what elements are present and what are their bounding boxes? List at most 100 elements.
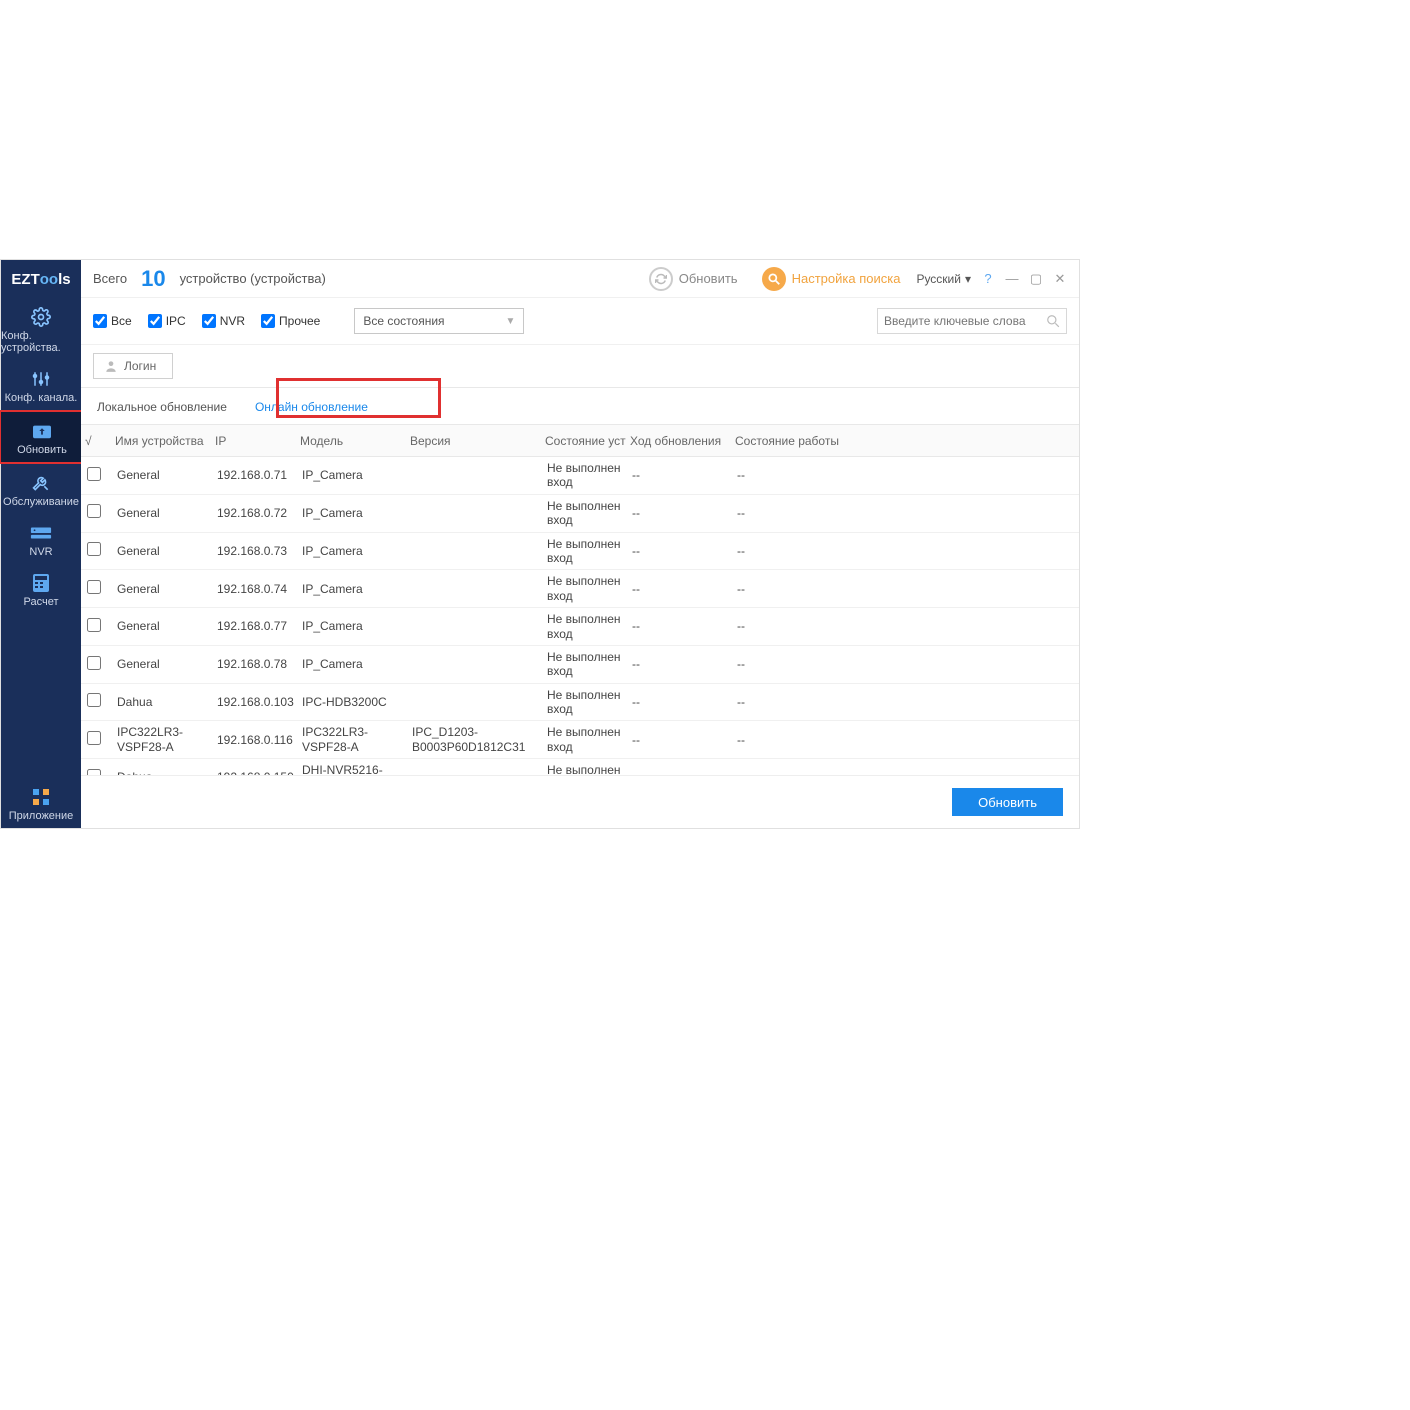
filter-all[interactable]: Все [93,314,132,328]
update-icon [28,420,56,442]
row-checkbox[interactable] [85,727,115,752]
cell-ip: 192.168.0.150 [215,766,300,775]
table-row[interactable]: General 192.168.0.72 IP_Camera Не выполн… [81,495,1079,533]
table-row[interactable]: General 192.168.0.74 IP_Camera Не выполн… [81,570,1079,608]
cell-ip: 192.168.0.74 [215,578,300,600]
table-row[interactable]: General 192.168.0.78 IP_Camera Не выполн… [81,646,1079,684]
col-device-state[interactable]: Состояние уст [545,434,630,448]
cell-work-state: -- [735,766,845,775]
refresh-label: Обновить [679,271,738,286]
refresh-button[interactable]: Обновить [641,263,746,295]
tab-online-update[interactable]: Онлайн обновление [251,394,372,424]
cell-progress: -- [630,578,735,600]
status-dropdown[interactable]: Все состояния ▼ [354,308,524,334]
sidebar-item-label: Конф. канала. [5,392,78,404]
sidebar-item-maintenance[interactable]: Обслуживание [1,464,81,514]
col-update-progress[interactable]: Ход обновления [630,434,735,448]
table-row[interactable]: Dahua 192.168.0.150 DHI-NVR5216-4KS2 Не … [81,759,1079,775]
cell-device-name: General [115,653,215,675]
tab-local-update[interactable]: Локальное обновление [93,394,231,424]
login-button[interactable]: Логин [93,353,173,379]
cell-version [410,509,545,517]
row-checkbox[interactable] [85,614,115,639]
login-row: Логин [81,345,1079,388]
sidebar-item-label: Расчет [24,596,59,608]
search-input[interactable] [884,314,1046,328]
col-model[interactable]: Модель [300,434,410,448]
minimize-icon[interactable]: — [1005,272,1019,286]
update-tabs: Локальное обновление Онлайн обновление [81,388,1079,425]
cell-device-name: IPC322LR3-VSPF28-A [115,721,215,758]
cell-version [410,547,545,555]
cell-progress: -- [630,502,735,524]
tools-icon [27,472,55,494]
cell-device-state: Не выполнен вход [545,570,630,607]
total-suffix: устройство (устройства) [180,271,326,286]
sidebar-item-update[interactable]: Обновить [0,410,83,464]
refresh-icon [649,267,673,291]
cell-device-name: General [115,615,215,637]
maximize-icon[interactable]: ▢ [1029,272,1043,286]
close-icon[interactable]: ✕ [1053,272,1067,286]
sidebar-item-apps[interactable]: Приложение [1,778,81,828]
row-checkbox[interactable] [85,576,115,601]
cell-ip: 192.168.0.103 [215,691,300,713]
sidebar-item-label: Приложение [9,810,74,822]
cell-work-state: -- [735,615,845,637]
help-icon[interactable]: ? [981,272,995,286]
cell-ip: 192.168.0.71 [215,464,300,486]
col-device-name[interactable]: Имя устройства [115,434,215,448]
cell-device-name: General [115,578,215,600]
cell-model: IP_Camera [300,578,410,600]
col-version[interactable]: Версия [410,434,545,448]
cell-model: IP_Camera [300,502,410,524]
filter-nvr[interactable]: NVR [202,314,245,328]
sidebar-item-nvr[interactable]: NVR [1,514,81,564]
sidebar-item-channel-config[interactable]: Конф. канала. [1,360,81,410]
cell-device-state: Не выполнен вход [545,457,630,494]
row-checkbox[interactable] [85,689,115,714]
main-panel: Всего 10 устройство (устройства) Обновит… [81,260,1079,828]
search-box[interactable] [877,308,1067,334]
app-logo: EZTools [1,260,81,298]
table-row[interactable]: General 192.168.0.77 IP_Camera Не выполн… [81,608,1079,646]
cell-version [410,698,545,706]
search-settings-button[interactable]: Настройка поиска [754,263,909,295]
cell-device-name: General [115,502,215,524]
cell-ip: 192.168.0.116 [215,729,300,751]
cell-model: IP_Camera [300,653,410,675]
col-ip[interactable]: IP [215,434,300,448]
search-settings-label: Настройка поиска [792,271,901,286]
sidebar-item-device-config[interactable]: Конф. устройства. [1,298,81,360]
cell-device-state: Не выполнен вход [545,646,630,683]
table-row[interactable]: IPC322LR3-VSPF28-A 192.168.0.116 IPC322L… [81,721,1079,759]
row-checkbox[interactable] [85,765,115,775]
sidebar-item-label: Конф. устройства. [1,330,81,354]
filter-ipc[interactable]: IPC [148,314,186,328]
language-dropdown[interactable]: Русский ▾ [916,272,971,286]
cell-progress: -- [630,615,735,637]
filter-other[interactable]: Прочее [261,314,320,328]
cell-device-name: General [115,464,215,486]
col-work-state[interactable]: Состояние работы [735,434,845,448]
cell-device-state: Не выполнен вход [545,721,630,758]
col-checkbox[interactable]: √ [85,434,115,448]
row-checkbox[interactable] [85,538,115,563]
row-checkbox[interactable] [85,463,115,488]
row-checkbox[interactable] [85,652,115,677]
cell-model: IPC322LR3-VSPF28-A [300,721,410,758]
app-window: EZTools Конф. устройства. Конф. канала. … [0,259,1080,829]
cell-work-state: -- [735,691,845,713]
table-row[interactable]: General 192.168.0.71 IP_Camera Не выполн… [81,457,1079,495]
cell-device-state: Не выполнен вход [545,608,630,645]
row-checkbox[interactable] [85,500,115,525]
cell-model: IP_Camera [300,540,410,562]
cell-device-state: Не выполнен вход [545,495,630,532]
cell-version [410,623,545,631]
table-row[interactable]: Dahua 192.168.0.103 IPC-HDB3200C Не выпо… [81,684,1079,722]
update-button[interactable]: Обновить [952,788,1063,816]
table-row[interactable]: General 192.168.0.73 IP_Camera Не выполн… [81,533,1079,571]
cell-version [410,660,545,668]
cell-progress: -- [630,729,735,751]
sidebar-item-calc[interactable]: Расчет [1,564,81,614]
